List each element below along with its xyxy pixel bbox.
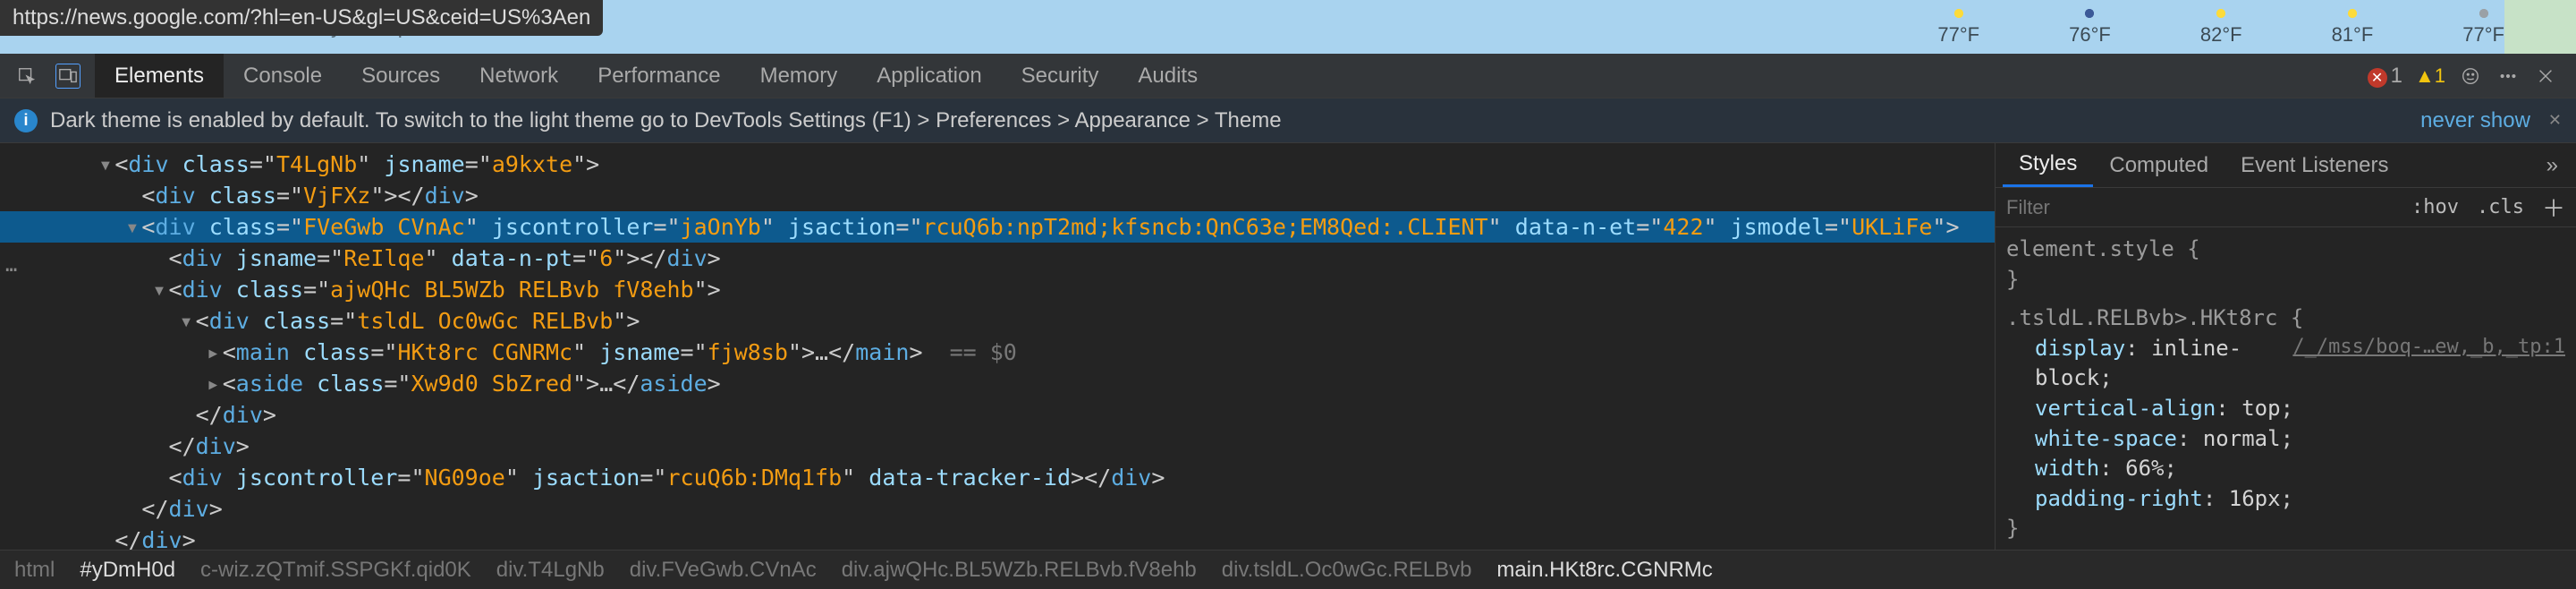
close-devtools-icon[interactable] [2533, 64, 2558, 89]
tab-sources[interactable]: Sources [342, 54, 460, 98]
tab-console[interactable]: Console [224, 54, 342, 98]
tab-application[interactable]: Application [857, 54, 1001, 98]
weather-night-icon [2083, 7, 2096, 20]
hov-toggle[interactable]: :hov [2402, 196, 2468, 218]
new-rule-icon[interactable]: ＋ [2533, 191, 2565, 224]
device-toggle-icon[interactable] [55, 64, 80, 89]
smiley-icon[interactable] [2458, 64, 2483, 89]
styles-rules[interactable]: element.style {}.tsldL.RELBvb>.HKt8rc {/… [1996, 227, 2576, 550]
dom-line[interactable]: ▸<main class="HKt8rc CGNRMc" jsname="fjw… [0, 337, 1995, 368]
weather-day: 77°F [1937, 7, 1979, 47]
breadcrumb-item[interactable]: main.HKt8rc.CGNRMc [1496, 558, 1712, 583]
dom-line[interactable]: </div> [0, 525, 1995, 550]
dom-line[interactable]: ▾<div class="ajwQHc BL5WZb RELBvb fV8ehb… [0, 274, 1995, 305]
devtools-tabs: ElementsConsoleSourcesNetworkPerformance… [0, 54, 2576, 98]
error-count[interactable]: ✕1 [2368, 64, 2402, 89]
weather-day: 77°F [2462, 7, 2504, 47]
devtools-panel: ElementsConsoleSourcesNetworkPerformance… [0, 54, 2576, 589]
styles-tab-styles[interactable]: Styles [2003, 143, 2093, 187]
dom-line[interactable]: <div jsname="ReIlqe" data-n-pt="6"></div… [0, 243, 1995, 274]
breadcrumb-item[interactable]: div.ajwQHc.BL5WZb.RELBvb.fV8ehb [842, 558, 1197, 583]
dom-line[interactable]: ▾<div class="T4LgNb" jsname="a9kxte"> [0, 149, 1995, 180]
weather-temp: 76°F [2069, 23, 2111, 47]
breadcrumb-item[interactable]: #yDmH0d [80, 558, 175, 583]
dom-line[interactable]: ▾<div class="FVeGwb CVnAc" jscontroller=… [0, 211, 1995, 243]
weather-sun-icon [2215, 7, 2227, 20]
weather-sun-icon [2346, 7, 2359, 20]
weather-day: 76°F [2069, 7, 2111, 47]
style-rule[interactable]: .tsldL.RELBvb>.HKt8rc {/_/mss/boq-…ew,_b… [2006, 303, 2565, 550]
dom-line[interactable]: </div> [0, 431, 1995, 462]
cls-toggle[interactable]: .cls [2468, 196, 2533, 218]
weather-sun-icon [1953, 7, 1965, 20]
weather-cloud-icon [2478, 7, 2490, 20]
source-link[interactable]: /_/mss/boq-…ew,_b,_tp:1 [2292, 334, 2565, 362]
infobar: i Dark theme is enabled by default. To s… [0, 98, 2576, 143]
breadcrumb-item[interactable]: html [14, 558, 55, 583]
infobar-text: Dark theme is enabled by default. To swi… [50, 108, 1282, 133]
styles-filter-input[interactable] [2006, 196, 2402, 219]
dom-line[interactable]: <div class="VjFXz"></div> [0, 180, 1995, 211]
weather-temp: 77°F [2462, 23, 2504, 47]
dom-line[interactable]: ▸<aside class="Xw9d0 SbZred">…</aside> [0, 368, 1995, 399]
styles-tabs-more-icon[interactable]: » [2536, 153, 2569, 178]
tab-network[interactable]: Network [460, 54, 578, 98]
tab-elements[interactable]: Elements [95, 54, 224, 98]
tab-security[interactable]: Security [1002, 54, 1119, 98]
breadcrumb-item[interactable]: c-wiz.zQTmif.SSPGKf.qid0K [200, 558, 471, 583]
dom-line[interactable]: <div jscontroller="NG09oe" jsaction="rcu… [0, 462, 1995, 493]
breadcrumb-item[interactable]: div.tsldL.Oc0wGc.RELBvb [1222, 558, 1472, 583]
tab-memory[interactable]: Memory [741, 54, 858, 98]
dom-line[interactable]: </div> [0, 399, 1995, 431]
infobar-never-show[interactable]: never show [2420, 108, 2548, 133]
tab-audits[interactable]: Audits [1118, 54, 1217, 98]
weather-temp: 77°F [1937, 23, 1979, 47]
infobar-close-icon[interactable]: ✕ [2548, 111, 2562, 130]
dom-tree[interactable]: … ▾<div class="T4LgNb" jsname="a9kxte"> … [0, 143, 1995, 550]
breadcrumb-item[interactable]: div.FVeGwb.CVnAc [630, 558, 817, 583]
tab-performance[interactable]: Performance [578, 54, 740, 98]
warning-count[interactable]: ▲ 1 [2415, 64, 2445, 88]
breadcrumb-item[interactable]: div.T4LgNb [496, 558, 605, 583]
styles-tab-event-listeners[interactable]: Event Listeners [2224, 143, 2404, 187]
weather-day: 82°F [2200, 7, 2242, 47]
kebab-icon[interactable] [2496, 64, 2521, 89]
style-rule[interactable]: element.style {} [2006, 235, 2565, 303]
weather-day: 81°F [2332, 7, 2374, 47]
info-icon: i [14, 109, 38, 132]
dom-line[interactable]: </div> [0, 493, 1995, 525]
weather-strip: 77°F 76°F 82°F 81°F 77°F [1937, 7, 2540, 47]
dom-line[interactable]: ▾<div class="tsldL Oc0wGc RELBvb"> [0, 305, 1995, 337]
weather-temp: 82°F [2200, 23, 2242, 47]
dom-breadcrumbs: html #yDmH0d c-wiz.zQTmif.SSPGKf.qid0K div.… [0, 550, 2576, 589]
styles-tab-computed[interactable]: Computed [2093, 143, 2224, 187]
url-tooltip: https://news.google.com/?hl=en-US&gl=US&… [0, 0, 603, 36]
gutter-ellipsis: … [5, 252, 17, 280]
styles-panel: StylesComputedEvent Listeners » :hov .cls… [1995, 143, 2576, 550]
inspect-icon[interactable] [14, 64, 39, 89]
weather-temp: 81°F [2332, 23, 2374, 47]
